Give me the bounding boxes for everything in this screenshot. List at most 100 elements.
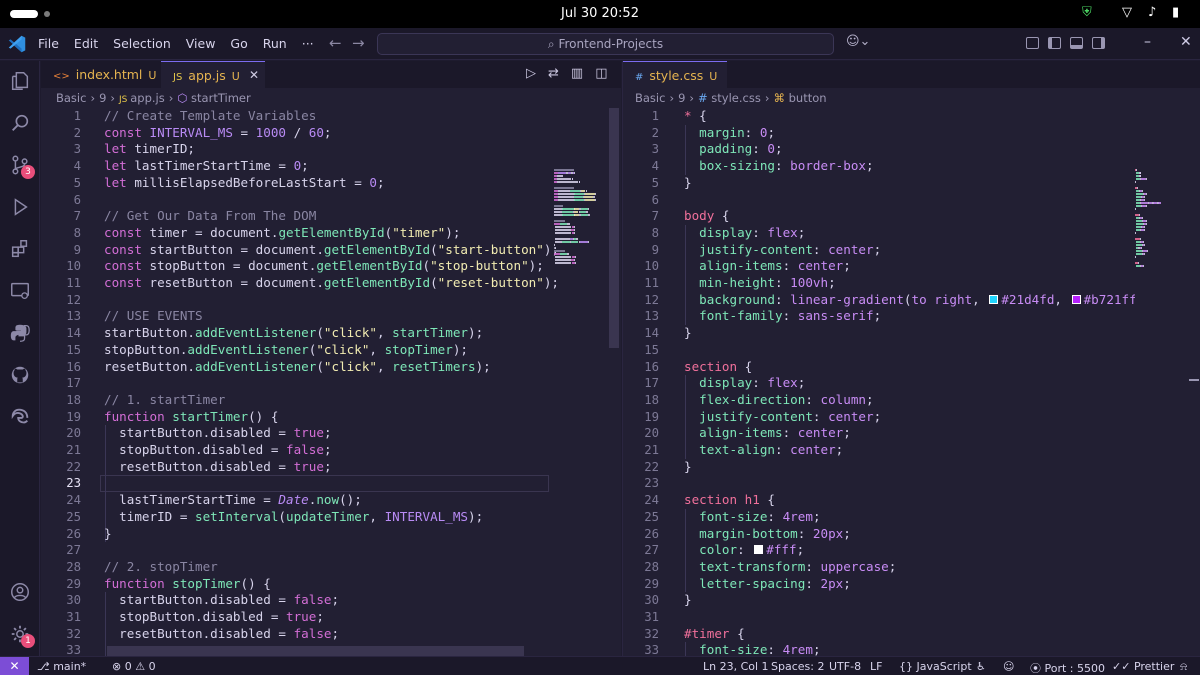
line-number[interactable]: 11: [41, 275, 81, 292]
line-number[interactable]: 22: [623, 459, 659, 476]
line-number[interactable]: 25: [623, 509, 659, 526]
line-number[interactable]: 33: [623, 642, 659, 656]
menu-file[interactable]: File: [38, 36, 59, 51]
line-number[interactable]: 6: [623, 192, 659, 209]
code-line[interactable]: justify-content: center;: [684, 409, 881, 426]
line-number[interactable]: 26: [41, 526, 81, 543]
line-number[interactable]: 24: [41, 492, 81, 509]
line-number[interactable]: 14: [41, 325, 81, 342]
code-line[interactable]: resetButton.disabled = true;: [104, 459, 331, 476]
code-line[interactable]: align-items: center;: [684, 425, 851, 442]
code-line[interactable]: startButton.disabled = true;: [104, 425, 331, 442]
code-editor-right[interactable]: 1 * {2 margin: 0; 3 padding: 0; 4 box-sizin…: [623, 61, 1135, 656]
line-number[interactable]: 28: [623, 559, 659, 576]
code-line[interactable]: // USE EVENTS: [104, 308, 203, 325]
code-line[interactable]: background: linear-gradient(to right, #2…: [684, 292, 1135, 309]
code-line[interactable]: margin-bottom: 20px;: [684, 526, 851, 543]
line-number[interactable]: 7: [41, 208, 81, 225]
code-line[interactable]: const stopButton = document.getElementBy…: [104, 258, 544, 275]
menu-view[interactable]: View: [186, 36, 216, 51]
code-line[interactable]: stopButton.disabled = false;: [104, 442, 331, 459]
toggle-secondary-sidebar-icon[interactable]: [1092, 37, 1105, 49]
line-number[interactable]: 4: [41, 158, 81, 175]
code-line[interactable]: timerID = setInterval(updateTimer, INTER…: [104, 509, 483, 526]
extensions-icon[interactable]: [8, 237, 32, 261]
code-line[interactable]: startButton.addEventListener("click", st…: [104, 325, 483, 342]
code-line[interactable]: // Get Our Data From The DOM: [104, 208, 316, 225]
code-line[interactable]: }: [684, 459, 692, 476]
code-line[interactable]: let timerID;: [104, 141, 195, 158]
line-number[interactable]: 32: [623, 626, 659, 643]
battery-icon[interactable]: ▮: [1172, 5, 1179, 20]
code-line[interactable]: align-items: center;: [684, 258, 851, 275]
line-number[interactable]: 29: [623, 576, 659, 593]
line-number[interactable]: 31: [623, 609, 659, 626]
code-line[interactable]: body {: [684, 208, 730, 225]
code-line[interactable]: const startButton = document.getElementB…: [104, 242, 559, 259]
line-number[interactable]: 26: [623, 526, 659, 543]
line-number[interactable]: 23: [623, 475, 659, 492]
line-number[interactable]: 27: [41, 542, 81, 559]
line-number[interactable]: 2: [623, 125, 659, 142]
line-number[interactable]: 8: [41, 225, 81, 242]
code-line[interactable]: // 2. stopTimer: [104, 559, 218, 576]
code-line[interactable]: }: [684, 592, 692, 609]
line-number[interactable]: 6: [41, 192, 81, 209]
line-number[interactable]: 25: [41, 509, 81, 526]
code-editor-left[interactable]: 1 // Create Template Variables 2 const INTE…: [41, 61, 621, 656]
code-line[interactable]: display: flex;: [684, 375, 805, 392]
line-number[interactable]: 18: [623, 392, 659, 409]
code-line[interactable]: justify-content: center;: [684, 242, 881, 259]
color-swatch[interactable]: [754, 545, 764, 555]
line-number[interactable]: 21: [623, 442, 659, 459]
code-line[interactable]: }: [104, 526, 112, 543]
color-swatch[interactable]: [989, 294, 999, 304]
line-number[interactable]: 32: [41, 626, 81, 643]
code-line[interactable]: padding: 0;: [684, 141, 782, 158]
code-line[interactable]: text-align: center;: [684, 442, 843, 459]
code-line[interactable]: function startTimer() {: [104, 409, 278, 426]
python-icon[interactable]: [8, 321, 32, 345]
code-line[interactable]: // 1. startTimer: [104, 392, 225, 409]
code-line[interactable]: min-height: 100vh;: [684, 275, 836, 292]
menu-run[interactable]: Run: [263, 36, 287, 51]
menu-edit[interactable]: Edit: [74, 36, 98, 51]
line-number[interactable]: 10: [41, 258, 81, 275]
encoding[interactable]: UTF-8: [829, 660, 861, 673]
code-line[interactable]: font-size: 4rem;: [684, 509, 820, 526]
code-line[interactable]: letter-spacing: 2px;: [684, 576, 851, 593]
line-number[interactable]: 13: [623, 308, 659, 325]
code-line[interactable]: section {: [684, 359, 752, 376]
code-line[interactable]: resetButton.disabled = false;: [104, 626, 339, 643]
line-number[interactable]: 24: [623, 492, 659, 509]
horizontal-scrollbar-left[interactable]: [107, 646, 524, 656]
code-line[interactable]: let lastTimerStartTime = 0;: [104, 158, 309, 175]
forward-arrow-icon[interactable]: →: [352, 34, 365, 52]
line-number[interactable]: 9: [623, 242, 659, 259]
code-line[interactable]: font-family: sans-serif;: [684, 308, 881, 325]
line-number[interactable]: 11: [623, 275, 659, 292]
line-number[interactable]: 22: [41, 459, 81, 476]
copilot-icon[interactable]: ☺⌄: [846, 34, 870, 49]
minimize-icon[interactable]: –: [1144, 34, 1151, 50]
command-center-search[interactable]: ⌕ Frontend-Projects: [377, 33, 834, 55]
line-number[interactable]: 27: [623, 542, 659, 559]
code-line[interactable]: const resetButton = document.getElementB…: [104, 275, 559, 292]
edge-icon[interactable]: [8, 405, 32, 429]
customize-layout-icon[interactable]: [1026, 37, 1039, 49]
toggle-panel-icon[interactable]: [1070, 37, 1083, 49]
line-number[interactable]: 18: [41, 392, 81, 409]
menu-more[interactable]: ···: [302, 36, 314, 51]
language-mode[interactable]: {} JavaScript: [899, 660, 972, 673]
code-line[interactable]: const INTERVAL_MS = 1000 / 60;: [104, 125, 332, 142]
line-number[interactable]: 20: [623, 425, 659, 442]
line-number[interactable]: 2: [41, 125, 81, 142]
line-number[interactable]: 15: [623, 342, 659, 359]
line-number[interactable]: 28: [41, 559, 81, 576]
code-line[interactable]: // Create Template Variables: [104, 108, 316, 125]
line-number[interactable]: 16: [623, 359, 659, 376]
line-number[interactable]: 31: [41, 609, 81, 626]
line-number[interactable]: 17: [623, 375, 659, 392]
close-window-icon[interactable]: ✕: [1180, 34, 1192, 50]
toggle-primary-sidebar-icon[interactable]: [1048, 37, 1061, 49]
